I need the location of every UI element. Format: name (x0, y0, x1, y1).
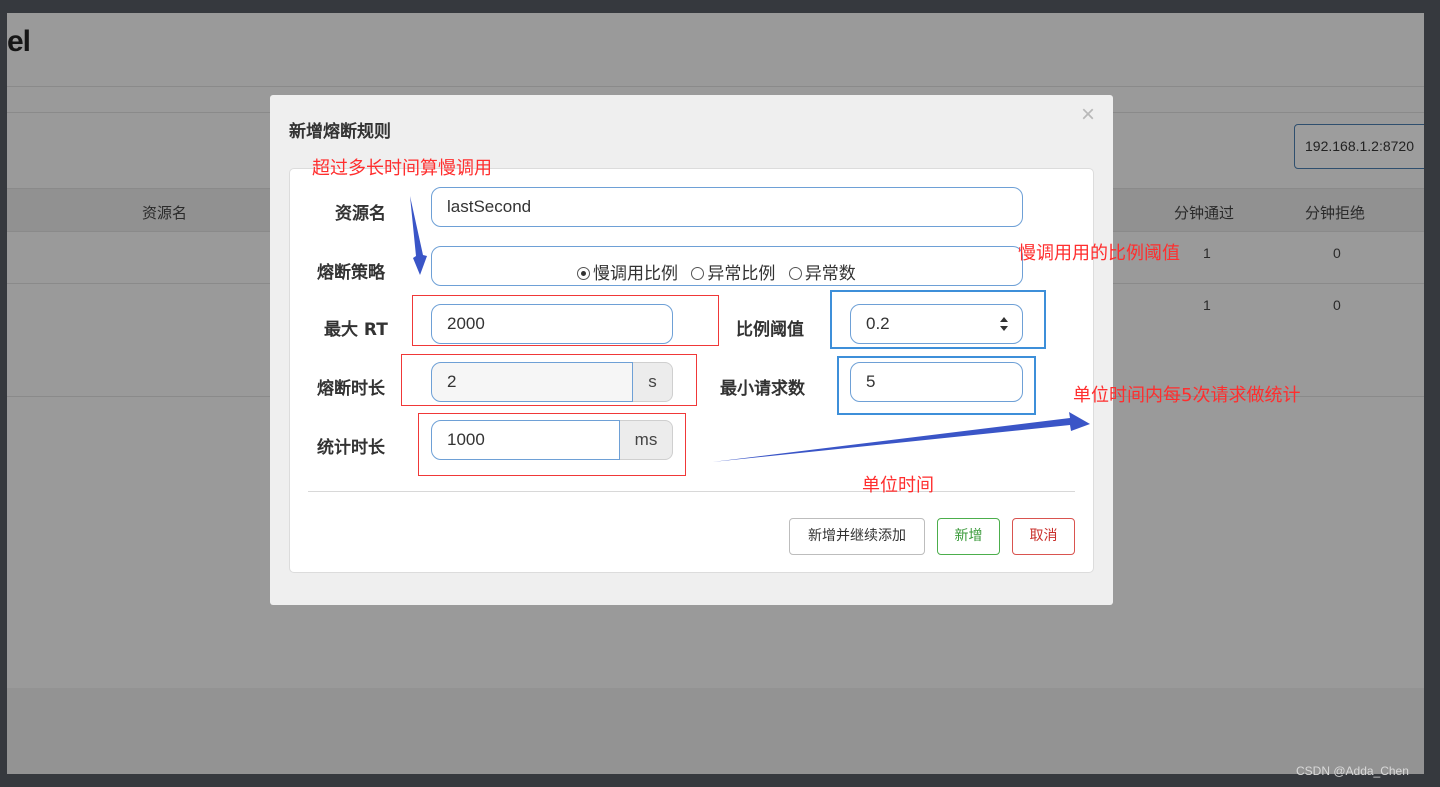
arrow-right-icon (712, 412, 1090, 462)
annotation-per-unit-time: 单位时间内每5次请求做统计 (1073, 385, 1301, 406)
annotation-slow-ratio: 慢调用用的比例阈值 (1018, 243, 1180, 264)
annotation-unit-time: 单位时间 (862, 475, 934, 496)
watermark: CSDN @Adda_Chen (1296, 764, 1409, 778)
annotation-slow-call-time: 超过多长时间算慢调用 (312, 158, 492, 179)
arrow-down-icon (410, 196, 427, 275)
